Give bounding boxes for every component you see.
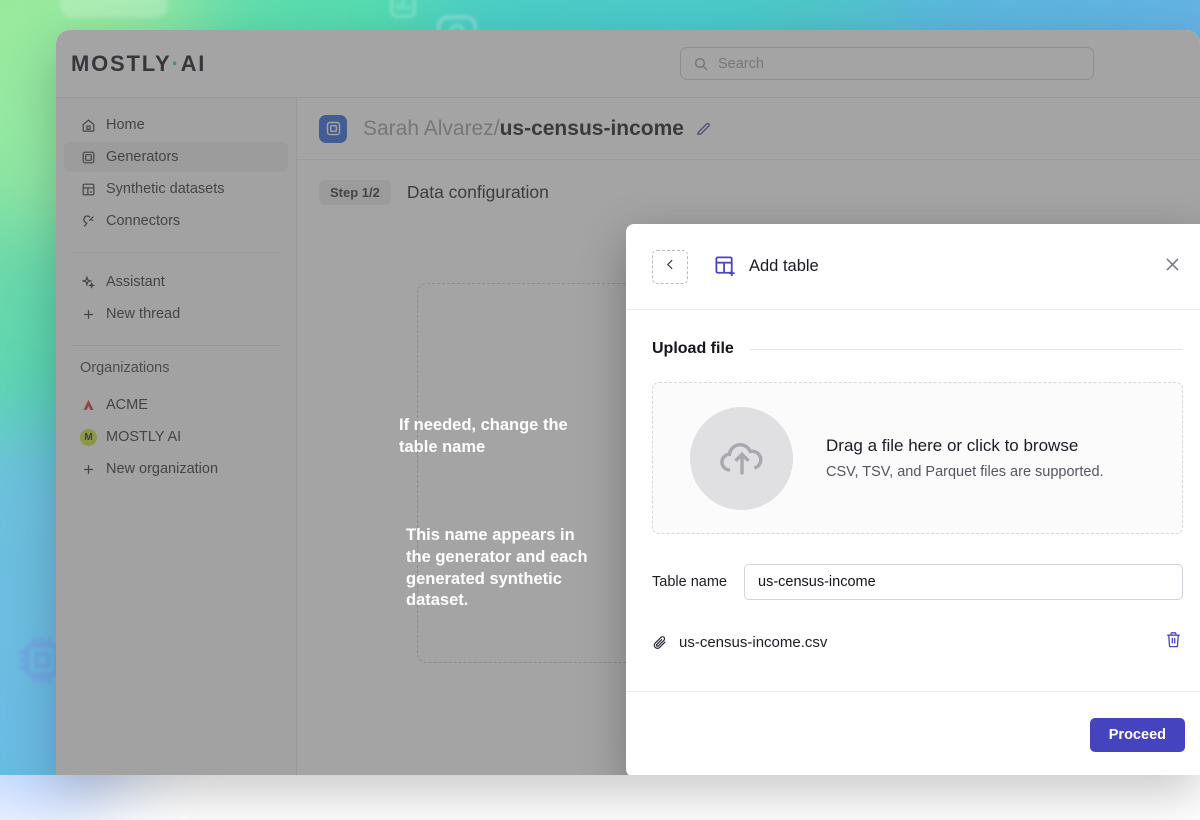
section-title: Upload file [652,340,734,358]
trash-icon [1164,630,1183,654]
modal-header: Add table [626,224,1200,310]
dropzone-texts: Drag a file here or click to browse CSV,… [826,436,1104,480]
callout-change-table-name: If needed, change the table name [399,415,604,459]
chart-icon [388,0,418,20]
modal-body: Upload file Drag a file here or click to… [626,310,1200,654]
paperclip-icon [652,634,668,650]
proceed-button[interactable]: Proceed [1090,718,1185,752]
dropzone-primary-text: Drag a file here or click to browse [826,436,1104,456]
uploaded-file-row: us-census-income.csv [652,630,1183,654]
upload-file-section-header: Upload file [652,340,1183,358]
app-window: MOSTLY·AI Home [56,30,1200,775]
close-button[interactable] [1159,254,1185,280]
file-dropzone[interactable]: Drag a file here or click to browse CSV,… [652,382,1183,534]
callout-name-usage: This name appears in the generator and e… [406,525,596,612]
table-name-label: Table name [652,574,744,590]
table-name-input[interactable] [744,564,1183,600]
add-table-modal: Add table Upload file [626,224,1200,775]
back-button[interactable] [652,250,688,284]
delete-file-button[interactable] [1164,630,1183,654]
close-icon [1163,255,1182,279]
modal-title: Add table [749,257,819,276]
modal-footer: Proceed [626,691,1200,775]
dropzone-secondary-text: CSV, TSV, and Parquet files are supporte… [826,464,1104,480]
uploaded-file-name: us-census-income.csv [679,634,827,651]
cloud-upload-icon [690,407,793,510]
table-name-row: Table name [652,564,1183,600]
backdrop-decor-square [60,0,168,18]
add-table-icon [714,255,737,278]
section-rule [750,349,1183,350]
chevron-left-icon [664,258,677,276]
